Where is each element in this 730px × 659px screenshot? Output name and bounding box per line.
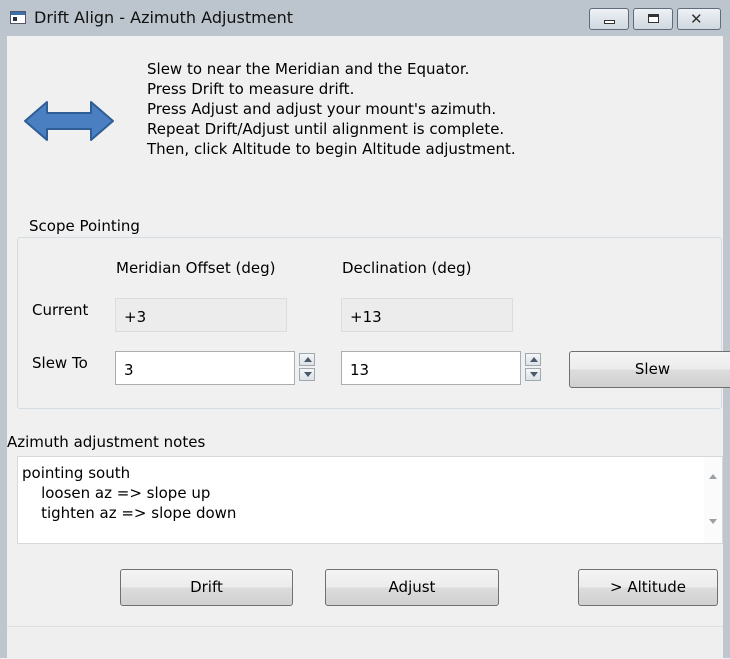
drift-button[interactable]: Drift xyxy=(120,569,293,606)
window-title: Drift Align - Azimuth Adjustment xyxy=(34,8,294,27)
current-label: Current xyxy=(32,301,89,319)
spin-up-icon[interactable] xyxy=(525,353,541,366)
dialog-client-area: Slew to near the Meridian and the Equato… xyxy=(7,36,730,659)
adjust-button[interactable]: Adjust xyxy=(325,569,499,606)
slew-button[interactable]: Slew xyxy=(569,351,730,388)
slew-to-label: Slew To xyxy=(32,354,88,372)
title-bar[interactable]: Drift Align - Azimuth Adjustment ✕ xyxy=(0,0,730,36)
meridian-spinner[interactable] xyxy=(299,353,317,383)
scroll-down-icon[interactable] xyxy=(709,519,717,524)
spin-up-icon[interactable] xyxy=(299,353,315,366)
current-declination-field: +13 xyxy=(341,298,513,332)
instructions-text: Slew to near the Meridian and the Equato… xyxy=(147,59,516,159)
meridian-offset-header: Meridian Offset (deg) xyxy=(116,259,276,277)
slew-to-meridian-input[interactable]: 3 xyxy=(115,351,295,385)
close-button[interactable]: ✕ xyxy=(677,8,721,30)
status-strip xyxy=(7,626,723,659)
close-icon: ✕ xyxy=(690,10,703,28)
instruction-line: Slew to near the Meridian and the Equato… xyxy=(147,60,470,78)
spin-down-icon[interactable] xyxy=(525,368,541,381)
slew-to-declination-input[interactable]: 13 xyxy=(341,351,521,385)
maximize-button[interactable] xyxy=(633,8,673,30)
declination-spinner[interactable] xyxy=(525,353,543,383)
azimuth-notes-textarea[interactable]: pointing south loosen az => slope up tig… xyxy=(17,456,723,544)
minimize-button[interactable] xyxy=(589,8,629,30)
spin-down-icon[interactable] xyxy=(299,368,315,381)
left-right-arrow-icon xyxy=(24,101,114,141)
app-window-icon[interactable] xyxy=(10,11,26,24)
notes-text[interactable]: pointing south loosen az => slope up tig… xyxy=(22,463,236,523)
minimize-icon xyxy=(604,20,615,24)
notes-scrollbar[interactable] xyxy=(704,457,722,543)
declination-header: Declination (deg) xyxy=(342,259,472,277)
altitude-button[interactable]: > Altitude xyxy=(578,569,718,606)
instruction-line: Press Adjust and adjust your mount's azi… xyxy=(147,100,497,118)
maximize-icon xyxy=(648,14,659,23)
scope-pointing-title: Scope Pointing xyxy=(27,217,142,235)
instruction-line: Press Drift to measure drift. xyxy=(147,80,355,98)
instruction-line: Repeat Drift/Adjust until alignment is c… xyxy=(147,120,505,138)
instruction-line: Then, click Altitude to begin Altitude a… xyxy=(147,140,516,158)
drift-align-window: Drift Align - Azimuth Adjustment ✕ Slew … xyxy=(0,0,730,659)
notes-label: Azimuth adjustment notes xyxy=(7,433,206,451)
current-meridian-field: +3 xyxy=(115,298,287,332)
scroll-up-icon[interactable] xyxy=(709,474,717,479)
